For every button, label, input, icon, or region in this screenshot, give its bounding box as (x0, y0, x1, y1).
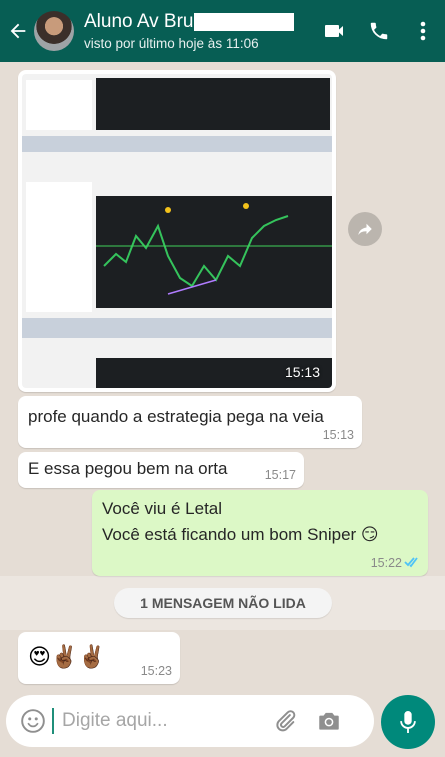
watchlist-panel (26, 80, 92, 130)
message-bubble-incoming[interactable]: profe quando a estrategia pega na veia 1… (18, 396, 362, 448)
attach-icon[interactable] (272, 708, 298, 734)
emoji-message: 😍✌🏾✌🏾 (28, 644, 106, 669)
image-message[interactable]: 15:13 (18, 70, 336, 392)
phone-icon[interactable] (357, 20, 401, 42)
order-table-strip (22, 136, 332, 152)
contact-info[interactable]: Aluno Av Bru visto por último hoje às 11… (84, 11, 313, 51)
order-table-strip (22, 318, 332, 338)
forward-icon[interactable] (348, 212, 382, 246)
message-list[interactable]: 15:13 profe quando a estrategia pega na … (0, 62, 445, 687)
mic-button[interactable] (381, 695, 435, 749)
watchlist-panel (26, 182, 92, 312)
emoji-icon[interactable] (20, 708, 46, 734)
more-options-icon[interactable] (401, 20, 445, 42)
last-seen-status: visto por último hoje às 11:06 (84, 36, 259, 51)
message-time: 15:13 (284, 364, 320, 380)
message-text: E essa pegou bem na orta (28, 459, 228, 478)
message-bubble-incoming[interactable]: E essa pegou bem na orta 15:17 (18, 452, 304, 488)
price-chart-thumbnail (96, 196, 332, 308)
message-input[interactable] (62, 710, 262, 732)
video-call-icon[interactable] (313, 19, 357, 43)
chat-header: Aluno Av Bru visto por último hoje às 11… (0, 0, 445, 62)
price-chart-thumbnail (96, 78, 330, 130)
message-text-line: Você viu é Letal (102, 499, 223, 518)
message-time: 15:17 (264, 468, 296, 482)
message-bubble-outgoing[interactable]: Você viu é Letal Você está ficando um bo… (92, 490, 428, 576)
composer-bar (0, 687, 445, 757)
message-text-line: Você está ficando um bom Sniper 😏 (102, 525, 379, 544)
text-caret (52, 708, 54, 734)
avatar[interactable] (34, 11, 74, 51)
message-text: profe quando a estrategia pega na veia (28, 407, 324, 426)
back-arrow-icon[interactable] (4, 20, 32, 42)
redacted-name-box (193, 13, 294, 31)
message-time: 15:23 (140, 664, 172, 678)
mic-icon (397, 709, 419, 735)
message-input-box[interactable] (6, 695, 374, 747)
read-receipt-icon (404, 557, 418, 568)
camera-icon[interactable] (316, 708, 342, 734)
trading-screenshot-image[interactable]: 15:13 (22, 74, 332, 388)
contact-name: Aluno Av Bru (84, 11, 194, 32)
message-time: 15:13 (322, 428, 354, 442)
message-bubble-incoming[interactable]: 😍✌🏾✌🏾 15:23 (18, 632, 180, 684)
message-time: 15:22 (370, 556, 402, 570)
unread-messages-divider: 1 MENSAGEM NÃO LIDA (114, 588, 332, 618)
